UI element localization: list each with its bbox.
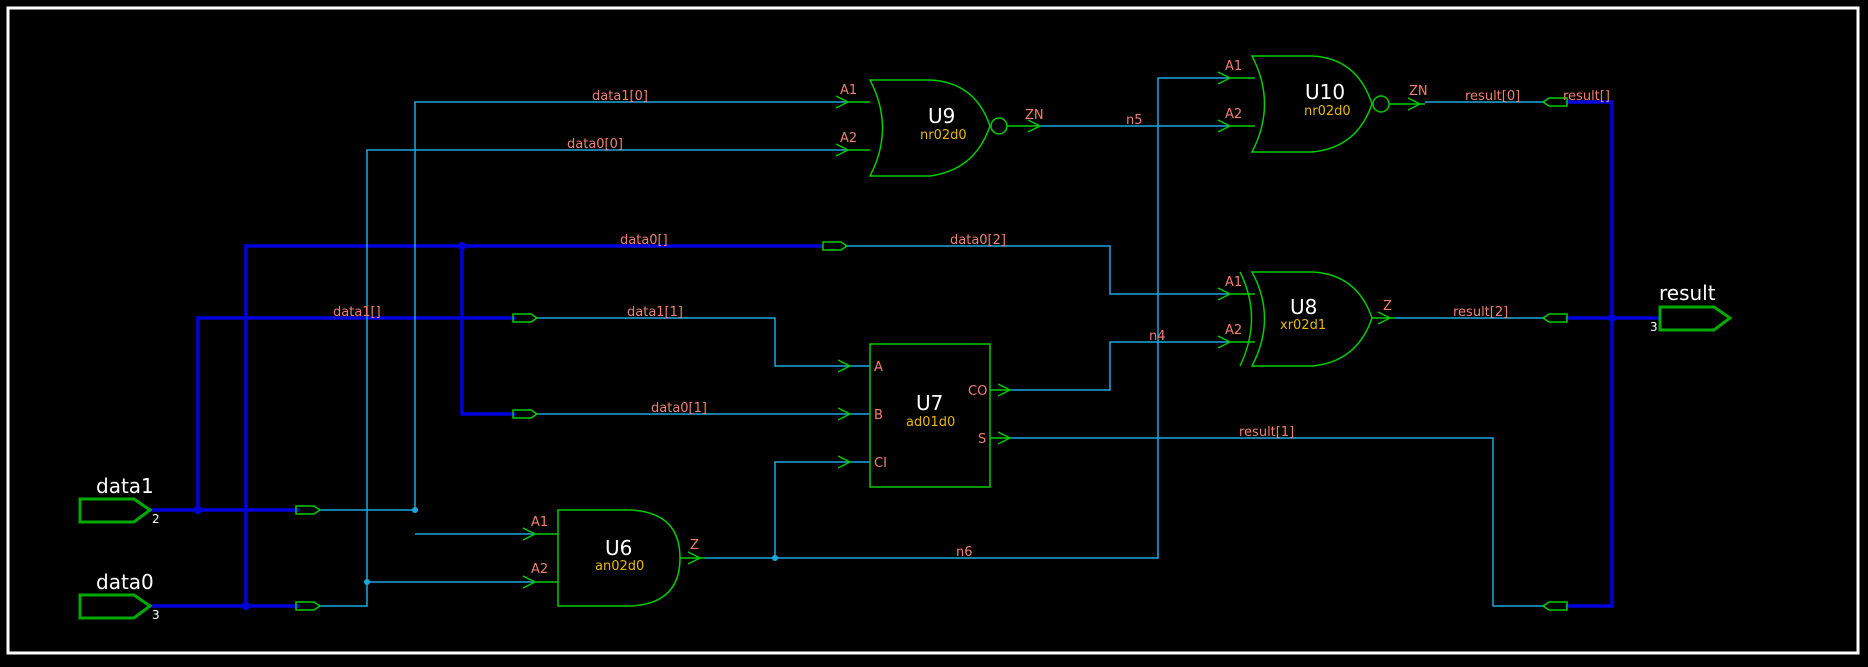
pin-label-S: S	[978, 432, 986, 447]
port-label: result	[1659, 281, 1716, 305]
net-label: result[]	[1563, 89, 1610, 104]
port-data0[interactable]: data0 3	[78, 570, 160, 622]
junction-dot	[412, 507, 418, 513]
wire-n4[interactable]	[1010, 341, 1230, 391]
wire-data0-0[interactable]	[320, 149, 845, 607]
output-stubs	[990, 389, 1010, 439]
junction-dot	[364, 579, 370, 585]
data0-bus[interactable]	[150, 244, 823, 608]
net-label: n5	[1126, 113, 1143, 128]
net-labels: data1[0] data0[0] data0[] data0[2] data1…	[333, 89, 1610, 560]
port-result[interactable]: result 3	[1650, 281, 1733, 334]
gate-name: U6	[605, 536, 632, 560]
gate-U6[interactable]: A1 A2 Z U6 an02d0	[522, 509, 705, 607]
pin-label-A1: A1	[1225, 275, 1242, 290]
port-label: data1	[96, 474, 154, 498]
bus-wires	[150, 100, 1660, 608]
bus-width: 2	[152, 512, 160, 526]
net-label: data0[]	[620, 233, 668, 248]
ripper-data1-1	[512, 313, 539, 323]
junction-dot	[772, 555, 778, 561]
input-port-shape[interactable]	[78, 593, 153, 620]
bus-junctions	[194, 242, 1616, 610]
wire-data0-2[interactable]	[845, 245, 1230, 295]
net-label: result[0]	[1465, 89, 1520, 104]
gate-name: U9	[928, 104, 955, 128]
inversion-bubble	[990, 117, 1008, 135]
pin-label-A2: A2	[1225, 107, 1242, 122]
input-port-shape[interactable]	[78, 497, 153, 524]
port-label: data0	[96, 570, 154, 594]
bus-width: 3	[152, 608, 160, 622]
inversion-bubble	[1372, 95, 1390, 113]
net-label: n4	[1149, 329, 1166, 344]
ripper-result-2	[1541, 313, 1568, 323]
bus-rippers	[295, 97, 1568, 611]
gate-U9[interactable]: A1 A2 ZN U9 nr02d0	[835, 79, 1044, 177]
pin-label-A2: A2	[1225, 323, 1242, 338]
wire-result-1[interactable]	[1010, 437, 1545, 607]
signal-wires	[320, 77, 1545, 607]
gate-U8[interactable]: A1 A2 Z U8 xr02d1	[1217, 271, 1395, 367]
pin-label-Z: Z	[1383, 299, 1392, 314]
net-label: data0[1]	[651, 401, 707, 416]
gate-name: U7	[916, 391, 943, 415]
net-label: data1[1]	[627, 305, 683, 320]
pin-label-A2: A2	[840, 131, 857, 146]
gate-name: U8	[1290, 295, 1317, 319]
pin-label-CI: CI	[874, 456, 887, 471]
pin-label-CO: CO	[968, 384, 987, 399]
gate-name: U10	[1305, 80, 1345, 104]
gate-type: an02d0	[595, 559, 644, 574]
pin-label-A: A	[874, 360, 883, 375]
wire-junctions	[364, 507, 778, 585]
net-label: n6	[956, 545, 973, 560]
pin-label-B: B	[874, 408, 883, 423]
output-port-shape[interactable]	[1658, 305, 1733, 332]
gate-type: xr02d1	[1280, 318, 1326, 333]
ripper-data0-2	[822, 241, 849, 251]
ripper-data0-1	[512, 409, 539, 419]
pin-label-Z: Z	[690, 538, 699, 553]
ripper-result-1	[1541, 601, 1568, 611]
pin-label-ZN: ZN	[1409, 84, 1428, 99]
net-label: data1[0]	[592, 89, 648, 104]
bus-width: 3	[1650, 320, 1658, 334]
junction-dot	[1608, 314, 1616, 322]
pin-label-A2: A2	[531, 562, 548, 577]
net-label: data0[0]	[567, 137, 623, 152]
result-bus[interactable]	[1565, 100, 1660, 608]
wire-data1-1[interactable]	[535, 317, 870, 367]
schematic-canvas: data1 2 data0 3 result 3 A1 A2 ZN U9 nr0…	[6, 6, 1860, 655]
port-data1[interactable]: data1 2	[78, 474, 160, 526]
net-label: result[2]	[1453, 305, 1508, 320]
gate-type: nr02d0	[920, 128, 967, 143]
net-label: result[1]	[1239, 425, 1294, 440]
pin-label-A1: A1	[1225, 59, 1242, 74]
gate-type: nr02d0	[1304, 104, 1351, 119]
net-label: data1[]	[333, 305, 381, 320]
pin-label-A1: A1	[840, 83, 857, 98]
junction-dot	[242, 602, 250, 610]
junction-dot	[458, 242, 466, 250]
gate-U10[interactable]: A1 A2 ZN U10 nr02d0	[1217, 55, 1428, 153]
pin-label-ZN: ZN	[1025, 108, 1044, 123]
junction-dot	[194, 506, 202, 514]
net-label: data0[2]	[950, 233, 1006, 248]
pin-label-A1: A1	[531, 515, 548, 530]
gate-type: ad01d0	[906, 415, 955, 430]
